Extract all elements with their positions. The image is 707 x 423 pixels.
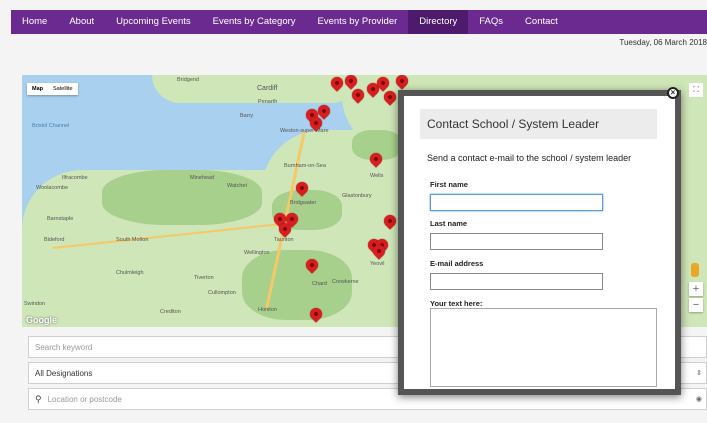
map-label: Bideford <box>44 237 65 243</box>
map-label: Woolacombe <box>36 185 68 191</box>
map-type-satellite[interactable]: Satellite <box>48 83 78 95</box>
contact-modal: Contact School / System Leader Send a co… <box>398 90 681 395</box>
street-view-pegman-icon[interactable] <box>691 263 699 277</box>
map-label: Penarth <box>258 99 278 105</box>
map-label: Barnstaple <box>47 216 74 222</box>
map-label: Bridgend <box>177 77 200 83</box>
nav-upcoming-events[interactable]: Upcoming Events <box>105 10 201 34</box>
map-label: Barry <box>240 113 254 119</box>
close-icon[interactable]: × <box>667 87 679 99</box>
nav-home[interactable]: Home <box>11 10 58 34</box>
designation-value: All Designations <box>35 368 93 378</box>
map-label: Tiverton <box>194 275 214 281</box>
locate-me-icon[interactable]: ◉ <box>696 395 702 403</box>
map-label: Swindon <box>24 301 46 307</box>
nav-events-by-category[interactable]: Events by Category <box>202 10 307 34</box>
email-field[interactable] <box>430 273 603 290</box>
modal-intro: Send a contact e-mail to the school / sy… <box>427 153 632 163</box>
map-label: Ilfracombe <box>62 175 88 181</box>
map-label: Honiton <box>258 307 277 313</box>
first-name-label: First name <box>430 180 468 189</box>
map-label: South Molton <box>116 237 149 243</box>
search-placeholder: Search keyword <box>35 342 93 352</box>
nav-faqs[interactable]: FAQs <box>468 10 514 34</box>
map-label: Crediton <box>160 309 181 315</box>
map-label: Wellington <box>244 250 270 256</box>
message-textarea[interactable] <box>430 308 657 387</box>
zoom-in-button[interactable]: + <box>689 282 703 296</box>
last-name-label: Last name <box>430 219 468 228</box>
email-label: E-mail address <box>430 259 484 268</box>
map-label: Yeovil <box>370 261 385 267</box>
map-label: Cullompton <box>208 290 236 296</box>
map-label: Burnham-on-Sea <box>284 163 326 169</box>
first-name-field[interactable] <box>430 194 603 211</box>
map-label: Taunton <box>274 237 294 243</box>
map-exmoor <box>102 170 262 225</box>
fullscreen-icon[interactable]: ⛶ <box>689 83 703 97</box>
google-logo: Google <box>26 315 57 325</box>
map-label: Chard <box>312 281 327 287</box>
current-date: Tuesday, 06 March 2018 <box>619 38 707 47</box>
map-label: Cardiff <box>257 85 278 92</box>
main-nav: Home About Upcoming Events Events by Cat… <box>11 10 707 34</box>
location-placeholder: Location or postcode <box>47 394 122 404</box>
select-arrow-icon: ⇕ <box>696 370 702 377</box>
map-label: Watchet <box>227 183 247 189</box>
map-label: Weston-super-Mare <box>280 128 329 134</box>
nav-about[interactable]: About <box>58 10 105 34</box>
map-label: Crewkerne <box>332 279 359 285</box>
last-name-field[interactable] <box>430 233 603 250</box>
map-label: Glastonbury <box>342 193 372 199</box>
map-label: Bristol Channel <box>32 123 70 129</box>
map-label: Wells <box>370 173 384 179</box>
map-label: Bridgwater <box>290 200 317 206</box>
map-label: Chulmleigh <box>116 270 144 276</box>
nav-contact[interactable]: Contact <box>514 10 569 34</box>
zoom-out-button[interactable]: − <box>689 298 703 312</box>
location-pin-icon: ⚲ <box>35 393 42 404</box>
map-type-map[interactable]: Map <box>27 83 48 95</box>
map-label: Minehead <box>190 175 215 181</box>
modal-title: Contact School / System Leader <box>420 109 657 139</box>
nav-events-by-provider[interactable]: Events by Provider <box>307 10 409 34</box>
nav-directory[interactable]: Directory <box>408 10 469 34</box>
map-type-control: Map Satellite <box>27 83 78 95</box>
message-label: Your text here: <box>430 299 483 308</box>
